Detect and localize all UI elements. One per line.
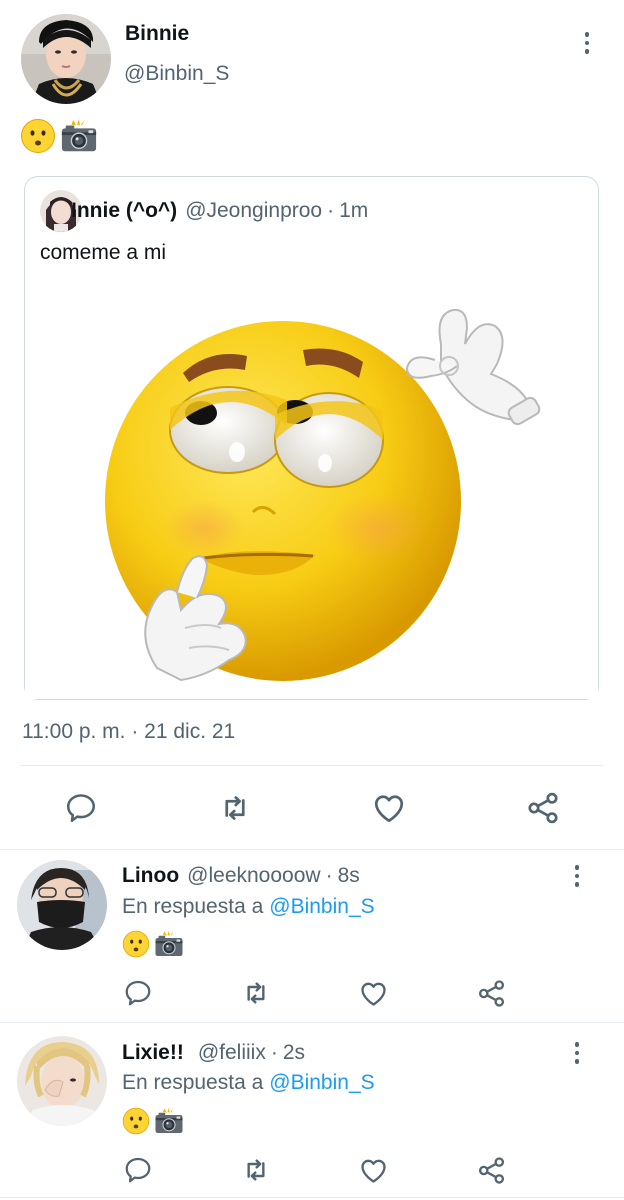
hushed-face-emoji: [122, 1107, 150, 1135]
reply-icon: [123, 1155, 153, 1185]
reply-context-label: En respuesta a: [122, 1071, 264, 1094]
camera-flash-emoji: [154, 1107, 184, 1135]
retweet-button[interactable]: [239, 977, 273, 1009]
more-options-icon[interactable]: [575, 28, 599, 58]
reply-author-name[interactable]: Lixie!!: [122, 1041, 184, 1065]
divider: [0, 849, 624, 850]
retweet-icon: [217, 790, 253, 826]
reply-to-mention[interactable]: @Binbin_S: [269, 895, 374, 918]
reply-context-label: En respuesta a: [122, 895, 264, 918]
like-button[interactable]: [370, 789, 408, 827]
share-icon: [476, 1155, 507, 1186]
reply-to-mention[interactable]: @Binbin_S: [269, 1071, 374, 1094]
like-icon: [371, 790, 407, 826]
share-button[interactable]: [524, 789, 562, 827]
reply-text: [122, 1107, 184, 1135]
share-button[interactable]: [474, 977, 508, 1009]
avatar-binnie[interactable]: [21, 14, 111, 104]
divider: [0, 1022, 624, 1023]
reply-button[interactable]: [121, 1154, 155, 1186]
avatar-linoo-image: [17, 860, 107, 950]
reply-icon: [64, 791, 98, 825]
tweet-timestamp[interactable]: 11:00 p. m. · 21 dic. 21: [22, 720, 235, 744]
share-icon: [525, 790, 561, 826]
avatar-lixie-image: [17, 1036, 107, 1126]
retweet-icon: [240, 1154, 272, 1186]
reply-separator: ·: [325, 864, 333, 887]
reply-button[interactable]: [62, 789, 100, 827]
reply-icon: [123, 978, 153, 1008]
retweet-button[interactable]: [216, 789, 254, 827]
camera-flash-emoji: [60, 118, 98, 154]
reply-author-handle[interactable]: @feliiix: [198, 1041, 266, 1065]
reply-context: En respuesta a @Binbin_S: [122, 1071, 375, 1095]
more-options-icon[interactable]: [565, 1038, 589, 1068]
retweet-icon: [240, 977, 272, 1009]
like-icon: [358, 978, 389, 1009]
quoted-author-name[interactable]: Innie (^o^): [71, 199, 177, 223]
reply-author-name[interactable]: Linoo: [122, 864, 179, 888]
author-handle[interactable]: @Binbin_S: [124, 62, 229, 86]
share-button[interactable]: [474, 1154, 508, 1186]
reply-time: 8s: [337, 864, 360, 887]
quoted-author-handle[interactable]: @Jeonginproo: [185, 199, 322, 223]
avatar-binnie-image: [21, 14, 111, 104]
reply-button[interactable]: [121, 977, 155, 1009]
quoted-time: 1m: [339, 199, 369, 222]
reply-separator: ·: [270, 1041, 278, 1064]
quoted-tweet-image[interactable]: [25, 290, 598, 699]
reply-time: 2s: [282, 1041, 306, 1064]
reply-header: Linoo @leeknoooow · 8s: [122, 864, 360, 888]
reply-text: [122, 930, 184, 958]
share-icon: [476, 978, 507, 1009]
avatar-linoo[interactable]: [17, 860, 107, 950]
divider: [0, 1197, 624, 1198]
retweet-button[interactable]: [239, 1154, 273, 1186]
like-button[interactable]: [356, 1154, 390, 1186]
avatar-lixie[interactable]: [17, 1036, 107, 1126]
author-name[interactable]: Binnie: [125, 22, 189, 46]
hushed-face-emoji: [20, 118, 56, 154]
hushed-face-emoji: [122, 930, 150, 958]
reply-header: Lixie!! @feliiix · 2s: [122, 1041, 305, 1065]
quoted-tweet-header: Innie (^o^) @Jeonginproo · 1m: [71, 199, 368, 223]
quoted-separator: ·: [327, 199, 335, 222]
reply-context: En respuesta a @Binbin_S: [122, 895, 375, 919]
more-options-icon[interactable]: [565, 861, 589, 891]
tweet-text: [20, 118, 98, 154]
like-button[interactable]: [356, 977, 390, 1009]
camera-flash-emoji: [154, 930, 184, 958]
like-icon: [358, 1155, 389, 1186]
smirking-emoji-image: [25, 290, 598, 699]
quoted-tweet-text: comeme a mi: [40, 241, 167, 264]
reply-author-handle[interactable]: @leeknoooow: [187, 864, 320, 888]
divider: [20, 765, 603, 766]
